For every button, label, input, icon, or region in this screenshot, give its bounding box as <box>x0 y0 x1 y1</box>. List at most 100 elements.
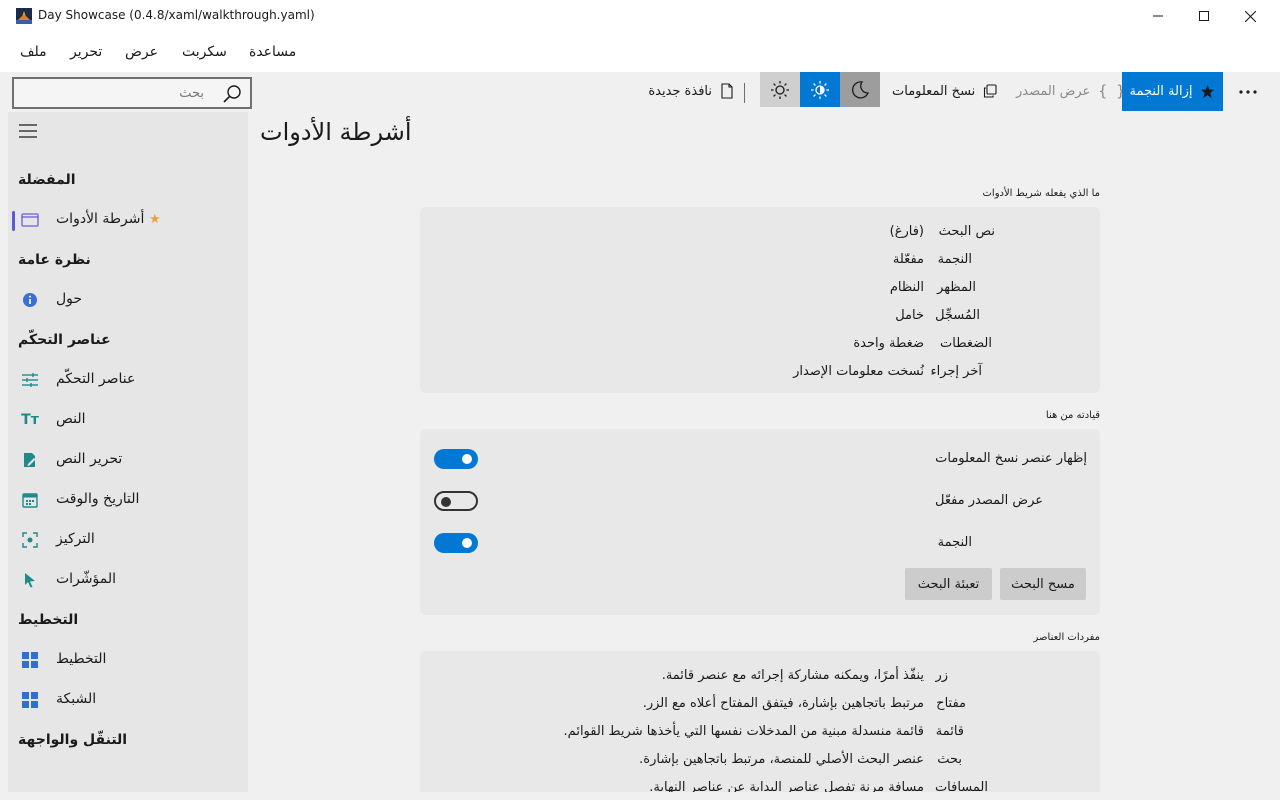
status-value: خامل <box>895 308 924 323</box>
status-key: آخر إجراء <box>930 364 983 379</box>
status-value: ضغطة واحدة <box>853 336 924 351</box>
vocab-key: مفتاح <box>936 696 966 711</box>
menu-script[interactable]: سكربت <box>182 44 227 60</box>
status-value: النظام <box>889 280 924 295</box>
new-window-label: نافذة جديدة <box>648 83 712 99</box>
sidebar-item-text[interactable]: Tт النص <box>8 402 248 438</box>
menu-file[interactable]: ملف <box>20 44 47 60</box>
toggle-label: النجمة <box>937 535 972 550</box>
sidebar-item-toolbars[interactable]: أشرطة الأدوات ★ <box>8 202 248 238</box>
clear-search-button[interactable]: مسح البحث <box>1000 568 1086 600</box>
title-bar: Day Showcase (0.4.8/xaml/walkthrough.yam… <box>0 0 1280 32</box>
cursor-icon <box>21 571 39 589</box>
vocab-key: بحث <box>937 752 962 767</box>
section-title-vocab: مفردات العناصر <box>1033 632 1100 643</box>
info-icon <box>21 291 39 309</box>
sidebar-item-controls[interactable]: عناصر التحكّم <box>8 362 248 398</box>
text-size-icon: Tт <box>21 412 39 428</box>
sidebar: المفضلة أشرطة الأدوات ★ نظرة عامة حول عن… <box>8 112 248 792</box>
sidebar-item-label: أشرطة الأدوات <box>56 211 145 227</box>
toggle-knob <box>441 497 451 507</box>
toggle-label: عرض المصدر مفعّل <box>934 493 1043 508</box>
theme-light-button[interactable] <box>760 72 800 107</box>
sidebar-item-grid[interactable]: الشبكة <box>8 682 248 718</box>
toggle-knob <box>462 538 472 548</box>
status-key: المُسجِّل <box>935 308 980 323</box>
copy-info-button[interactable]: نسخ المعلومات <box>892 72 997 110</box>
copy-info-toggle[interactable] <box>434 449 478 469</box>
sidebar-item-focus[interactable]: التركيز <box>8 522 248 558</box>
section-layout: التخطيط <box>18 612 79 628</box>
menu-view[interactable]: عرض <box>125 44 158 60</box>
close-button[interactable] <box>1227 0 1273 32</box>
sidebar-item-label: النص <box>56 411 86 427</box>
star-toggle[interactable] <box>434 533 478 553</box>
sidebar-item-label: حول <box>56 291 83 307</box>
more-icon <box>1239 90 1257 94</box>
copy-icon <box>984 84 997 98</box>
sidebar-item-text-edit[interactable]: تحرير النص <box>8 442 248 478</box>
sidebar-item-pointers[interactable]: المؤشّرات <box>8 562 248 598</box>
grid-icon <box>21 691 39 709</box>
sidebar-item-label: التركيز <box>56 531 95 547</box>
vocab-key: زر <box>935 668 948 683</box>
vocab-value: عنصر البحث الأصلي للمنصة، مرتبط باتجاهين… <box>639 752 924 767</box>
menu-edit[interactable]: تحرير <box>70 44 102 60</box>
vocabulary-card: زر ينفّذ أمرًا، ويمكنه مشاركة إجرائه مع … <box>420 651 1100 792</box>
toolbar: نافذة جديدة <box>0 72 1280 112</box>
menu-bar: ملف تحرير عرض سكربت مساعدة <box>0 32 1280 72</box>
search-box[interactable] <box>12 77 252 109</box>
vocab-key: قائمة <box>935 724 964 739</box>
unstar-label: إزالة النجمة <box>1129 84 1193 99</box>
app-icon <box>16 8 32 24</box>
sidebar-item-label: الشبكة <box>56 691 97 707</box>
unstar-button[interactable]: إزالة النجمة <box>1122 72 1223 111</box>
section-overview: نظرة عامة <box>18 252 91 268</box>
view-source-label: عرض المصدر <box>1016 83 1091 99</box>
status-card: نص البحث (فارغ) النجمة مفعّلة المظهر الن… <box>420 207 1100 393</box>
sidebar-item-layout[interactable]: التخطيط <box>8 642 248 678</box>
minimize-button[interactable] <box>1135 0 1181 32</box>
theme-system-button[interactable] <box>800 72 840 107</box>
more-button[interactable] <box>1236 82 1260 102</box>
document-icon <box>721 83 733 99</box>
section-controls: عناصر التحكّم <box>18 332 111 348</box>
toolbar-separator <box>744 83 745 103</box>
window-title: Day Showcase (0.4.8/xaml/walkthrough.yam… <box>38 8 315 22</box>
section-title-drive: قيادته من هنا <box>1045 410 1100 421</box>
vocab-value: قائمة منسدلة مبنية من المدخلات نفسها الت… <box>563 724 924 739</box>
search-icon[interactable] <box>222 84 242 104</box>
sliders-icon <box>21 371 39 389</box>
vocab-value: مرتبط باتجاهين بإشارة، فيتفق المفتاح أعل… <box>642 696 924 711</box>
menu-help[interactable]: مساعدة <box>249 44 296 60</box>
vocab-key: المسافات <box>934 780 988 792</box>
sidebar-item-datetime[interactable]: التاريخ والوقت <box>8 482 248 518</box>
sidebar-item-about[interactable]: حول <box>8 282 248 318</box>
hamburger-icon[interactable] <box>19 124 37 138</box>
close-icon <box>1244 10 1256 22</box>
sidebar-item-label: تحرير النص <box>56 451 123 467</box>
toggle-knob <box>462 454 472 464</box>
status-key: نص البحث <box>938 224 995 239</box>
maximize-icon <box>1199 11 1209 21</box>
sidebar-item-label: التاريخ والوقت <box>56 491 140 507</box>
edit-document-icon <box>21 451 39 469</box>
fill-search-button[interactable]: تعبئة البحث <box>905 568 992 600</box>
minimize-icon <box>1153 15 1163 17</box>
selection-indicator <box>12 211 15 231</box>
theme-dark-button[interactable] <box>840 72 880 107</box>
view-source-toggle[interactable] <box>434 491 478 511</box>
window-icon <box>21 211 39 229</box>
new-window-button[interactable]: نافذة جديدة <box>634 72 734 110</box>
page-title: أشرطة الأدوات <box>260 118 412 146</box>
view-source-button[interactable]: { } عرض المصدر <box>1016 72 1125 110</box>
vocab-value: ينفّذ أمرًا، ويمكنه مشاركة إجرائه مع عنص… <box>661 668 924 683</box>
main-content: أشرطة الأدوات ما الذي يفعله شريط الأدوات… <box>248 112 1280 792</box>
status-value: مفعّلة <box>892 252 924 267</box>
search-input[interactable] <box>16 81 212 105</box>
calendar-icon <box>21 491 39 509</box>
section-title-what: ما الذي يفعله شريط الأدوات <box>982 188 1101 199</box>
status-value: (فارغ) <box>889 224 924 239</box>
maximize-button[interactable] <box>1181 0 1227 32</box>
sidebar-item-label: التخطيط <box>56 651 107 667</box>
